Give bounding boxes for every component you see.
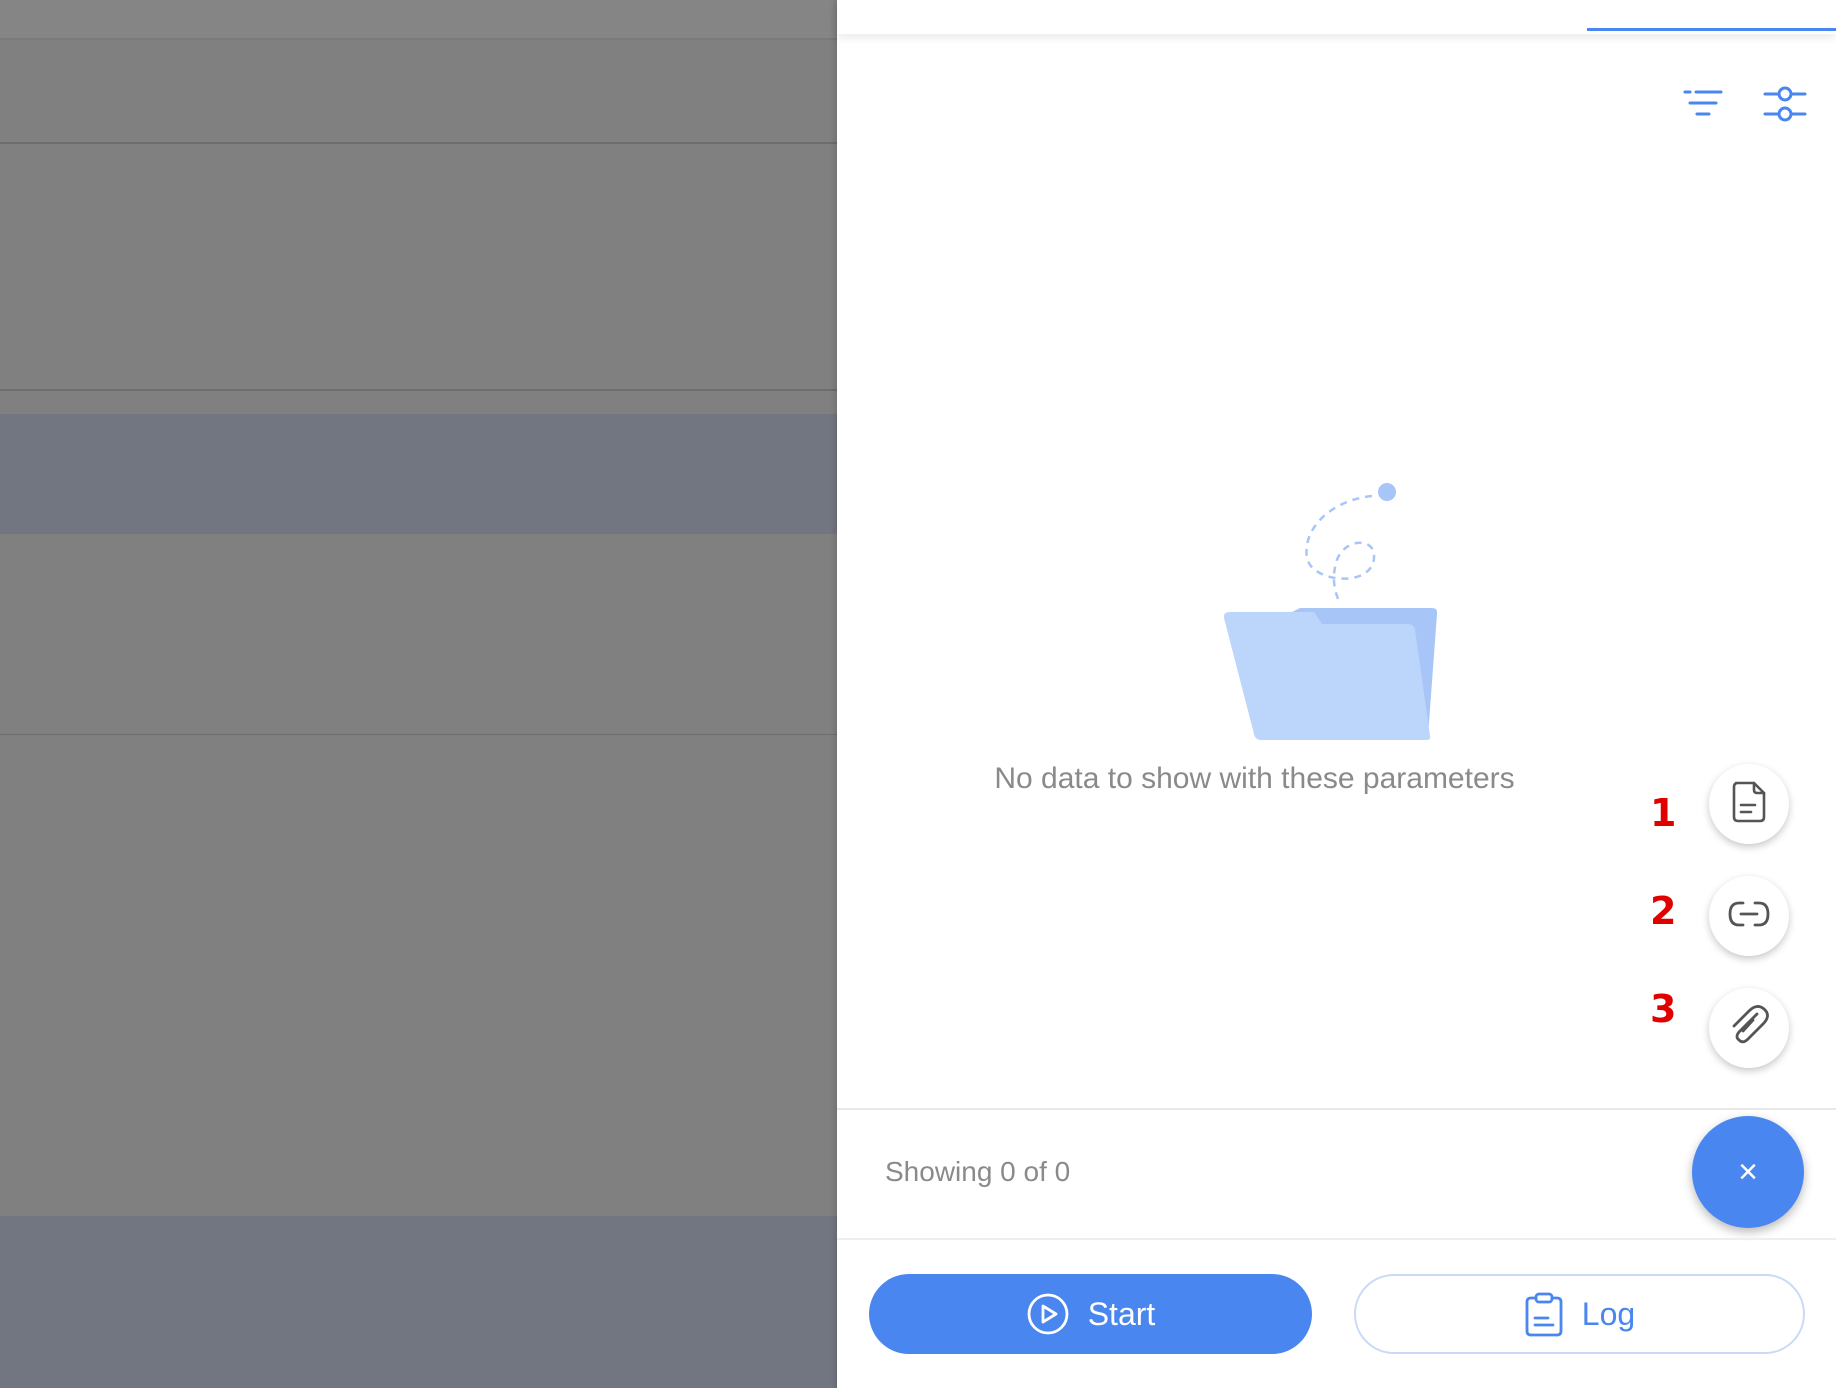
log-button[interactable]: Log: [1354, 1274, 1805, 1354]
tab-sub-tasks[interactable]: Sub-Tasks: [1137, 0, 1357, 34]
background-footer-band: [0, 1216, 837, 1388]
annotation-number-2: 2: [1650, 889, 1677, 933]
actions-divider: [837, 1238, 1836, 1240]
active-tab-indicator: [1587, 28, 1836, 31]
background-highlight-row: [0, 414, 837, 534]
sliders-icon[interactable]: [1761, 80, 1809, 128]
annotation-number-1: 1: [1650, 791, 1677, 835]
close-speed-dial-button[interactable]: ×: [1692, 1116, 1804, 1228]
start-button-label: Start: [1087, 1295, 1156, 1332]
tab-resources[interactable]: Resources: [1382, 0, 1612, 34]
play-circle-icon: [1026, 1292, 1070, 1336]
background-header-strip: [0, 0, 837, 40]
link-icon: [1727, 899, 1771, 934]
close-icon: ×: [1738, 1152, 1758, 1191]
tab-bar: Task Sub-Tasks Resources Attachments: [837, 0, 1836, 34]
pagination-summary: Showing 0 of 0: [885, 1156, 1071, 1187]
annotation-number-3: 3: [1650, 987, 1677, 1031]
paperclip-icon: [1727, 1004, 1771, 1053]
clipboard-icon: [1524, 1291, 1564, 1337]
start-button[interactable]: Start: [869, 1274, 1312, 1354]
empty-state-message: No data to show with these parameters: [994, 762, 1515, 795]
attachments-panel: Task Sub-Tasks Resources Attachments: [837, 0, 1836, 1388]
filter-icon[interactable]: [1679, 80, 1727, 128]
tab-task[interactable]: Task: [927, 0, 1077, 34]
add-document-button[interactable]: [1709, 764, 1789, 844]
add-link-button[interactable]: [1709, 876, 1789, 956]
background-divider: [0, 389, 837, 391]
document-icon: [1729, 780, 1769, 829]
add-attachment-button[interactable]: [1709, 988, 1789, 1068]
empty-folder-icon: [1222, 478, 1452, 746]
background-divider: [0, 734, 837, 735]
log-button-label: Log: [1581, 1295, 1636, 1332]
background-overlay: [0, 0, 837, 1388]
background-divider: [0, 142, 837, 144]
footer-divider: [837, 1108, 1836, 1110]
